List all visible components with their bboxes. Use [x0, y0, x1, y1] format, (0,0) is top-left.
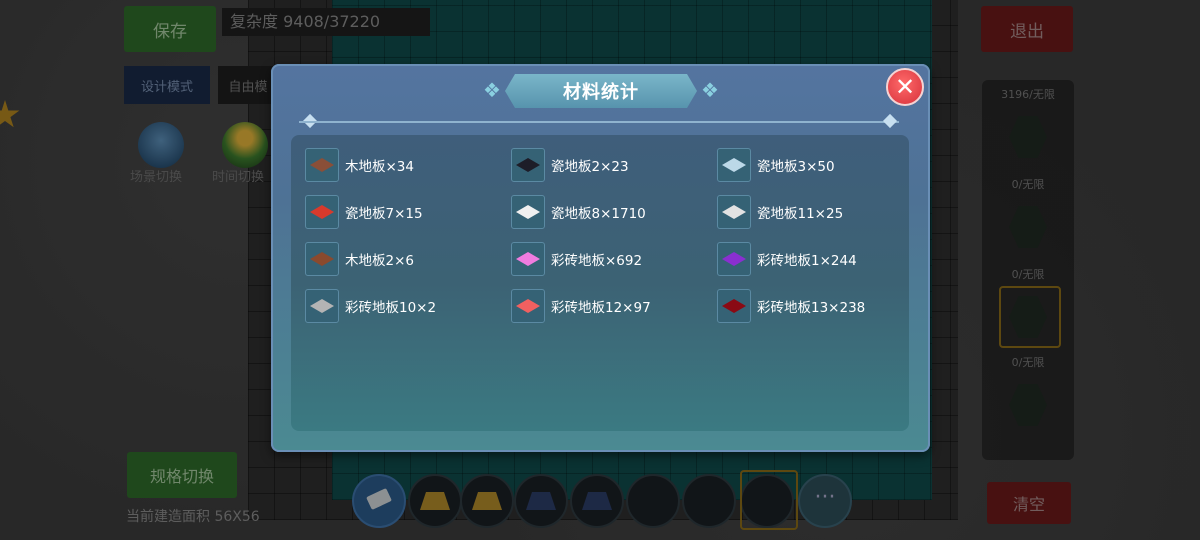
material-item: 瓷地板11×25	[717, 194, 843, 230]
close-dialog-button[interactable]: ✕	[886, 68, 924, 106]
material-item: 彩砖地板13×238	[717, 288, 865, 324]
material-label: 瓷地板2×23	[551, 159, 629, 175]
material-item: 彩砖地板×692	[511, 241, 642, 277]
title-ornament-icon: ❖	[701, 78, 719, 102]
material-item: 彩砖地板12×97	[511, 288, 651, 324]
floor-tile-icon	[511, 242, 545, 276]
tile-swatch	[722, 299, 746, 313]
material-label: 瓷地板8×1710	[551, 206, 646, 222]
material-item: 彩砖地板10×2	[305, 288, 436, 324]
material-item: 彩砖地板1×244	[717, 241, 857, 277]
dialog-title: 材料统计	[505, 74, 697, 108]
title-ornament-icon: ❖	[483, 78, 501, 102]
divider-ornament-icon	[882, 113, 898, 129]
materials-list-panel: 木地板×34 瓷地板2×23 瓷地板3×50 瓷地板7×15 瓷地板8×1710 瓷地板1…	[291, 135, 909, 431]
floor-tile-icon	[305, 289, 339, 323]
material-label: 瓷地板7×15	[345, 206, 423, 222]
material-label: 彩砖地板13×238	[757, 300, 866, 316]
tile-swatch	[516, 252, 540, 266]
floor-tile-icon	[511, 289, 545, 323]
floor-tile-icon	[717, 148, 751, 182]
material-item: 瓷地板2×23	[511, 147, 629, 183]
tile-swatch	[516, 299, 540, 313]
tile-swatch	[722, 205, 746, 219]
tile-swatch	[310, 205, 334, 219]
material-stats-dialog: ❖ 材料统计 ❖ 木地板×34 瓷地板2×23 瓷地板3×50 瓷地板7×15 瓷地板8…	[271, 64, 930, 452]
tile-swatch	[310, 299, 334, 313]
floor-tile-icon	[511, 195, 545, 229]
material-label: 彩砖地板1×244	[757, 253, 857, 269]
material-item: 瓷地板8×1710	[511, 194, 646, 230]
material-label: 木地板2×6	[345, 253, 414, 269]
floor-tile-icon	[511, 148, 545, 182]
material-label: 彩砖地板12×97	[551, 300, 651, 316]
material-item: 木地板2×6	[305, 241, 414, 277]
tile-swatch	[310, 158, 334, 172]
material-item: 瓷地板3×50	[717, 147, 835, 183]
tile-swatch	[516, 158, 540, 172]
tile-swatch	[310, 252, 334, 266]
material-label: 瓷地板3×50	[757, 159, 835, 175]
material-label: 瓷地板11×25	[757, 206, 844, 222]
floor-tile-icon	[305, 242, 339, 276]
floor-tile-icon	[305, 195, 339, 229]
floor-tile-icon	[717, 242, 751, 276]
tile-swatch	[516, 205, 540, 219]
floor-tile-icon	[717, 195, 751, 229]
material-item: 木地板×34	[305, 147, 414, 183]
floor-tile-icon	[305, 148, 339, 182]
material-item: 瓷地板7×15	[305, 194, 423, 230]
tile-swatch	[722, 158, 746, 172]
material-label: 彩砖地板×692	[551, 253, 643, 269]
material-label: 木地板×34	[345, 159, 414, 175]
material-label: 彩砖地板10×2	[345, 300, 437, 316]
tile-swatch	[722, 252, 746, 266]
title-divider	[299, 121, 899, 123]
floor-tile-icon	[717, 289, 751, 323]
